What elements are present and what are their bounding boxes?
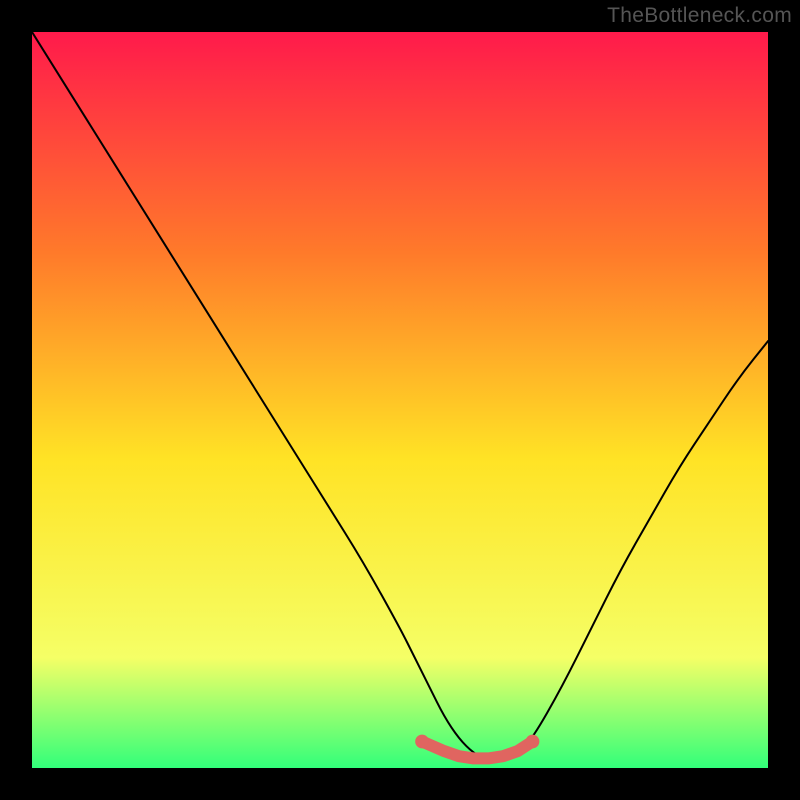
chart-container: TheBottleneck.com bbox=[0, 0, 800, 800]
optimal-zone-end-left bbox=[415, 735, 429, 749]
gradient-background bbox=[32, 32, 768, 768]
watermark-text: TheBottleneck.com bbox=[607, 4, 792, 28]
chart-svg bbox=[32, 32, 768, 768]
plot-area bbox=[32, 32, 768, 768]
optimal-zone-end-right bbox=[526, 735, 540, 749]
